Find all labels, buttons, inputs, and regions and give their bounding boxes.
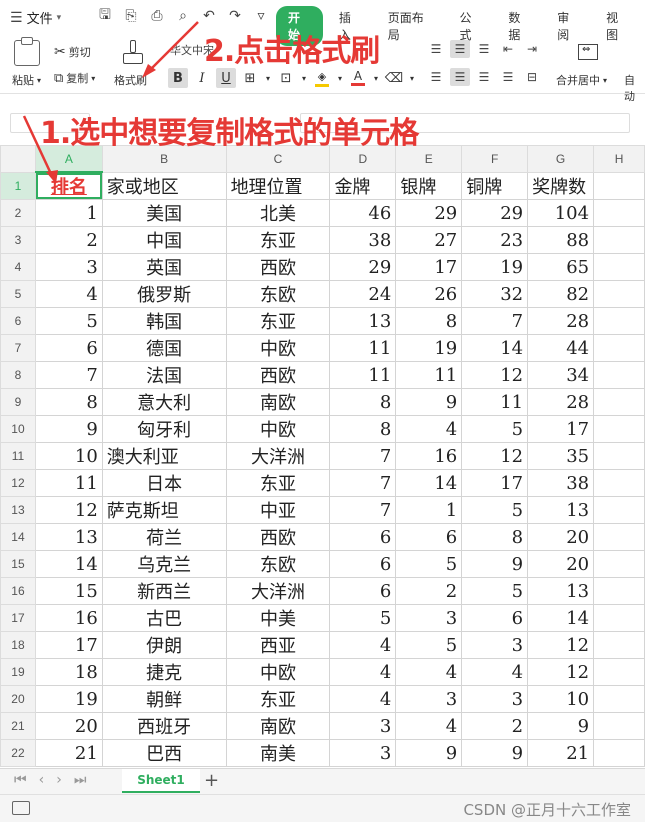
annotation-arrows xyxy=(22,21,199,184)
next-sheet-icon[interactable]: › xyxy=(56,772,62,788)
status-bar: CSDN @正月十六工作室 xyxy=(0,794,645,822)
arrow-to-cell-a1 xyxy=(22,115,54,177)
add-sheet-icon[interactable]: + xyxy=(204,770,219,791)
macro-record-icon[interactable] xyxy=(12,801,30,815)
arrowhead-cell-a1 xyxy=(46,170,58,184)
sheet-tab-bar: ⏮ ‹ › ⏭ Sheet1 + xyxy=(0,768,645,794)
last-sheet-icon[interactable]: ⏭ xyxy=(74,772,87,788)
sheet-tab-sheet1[interactable]: Sheet1 xyxy=(122,769,200,793)
sheet-navigation: ⏮ ‹ › ⏭ xyxy=(14,772,86,788)
first-sheet-icon[interactable]: ⏮ xyxy=(14,772,27,788)
prev-sheet-icon[interactable]: ‹ xyxy=(39,772,45,788)
arrow-to-format-painter xyxy=(147,21,199,73)
watermark: CSDN @正月十六工作室 xyxy=(463,801,631,819)
